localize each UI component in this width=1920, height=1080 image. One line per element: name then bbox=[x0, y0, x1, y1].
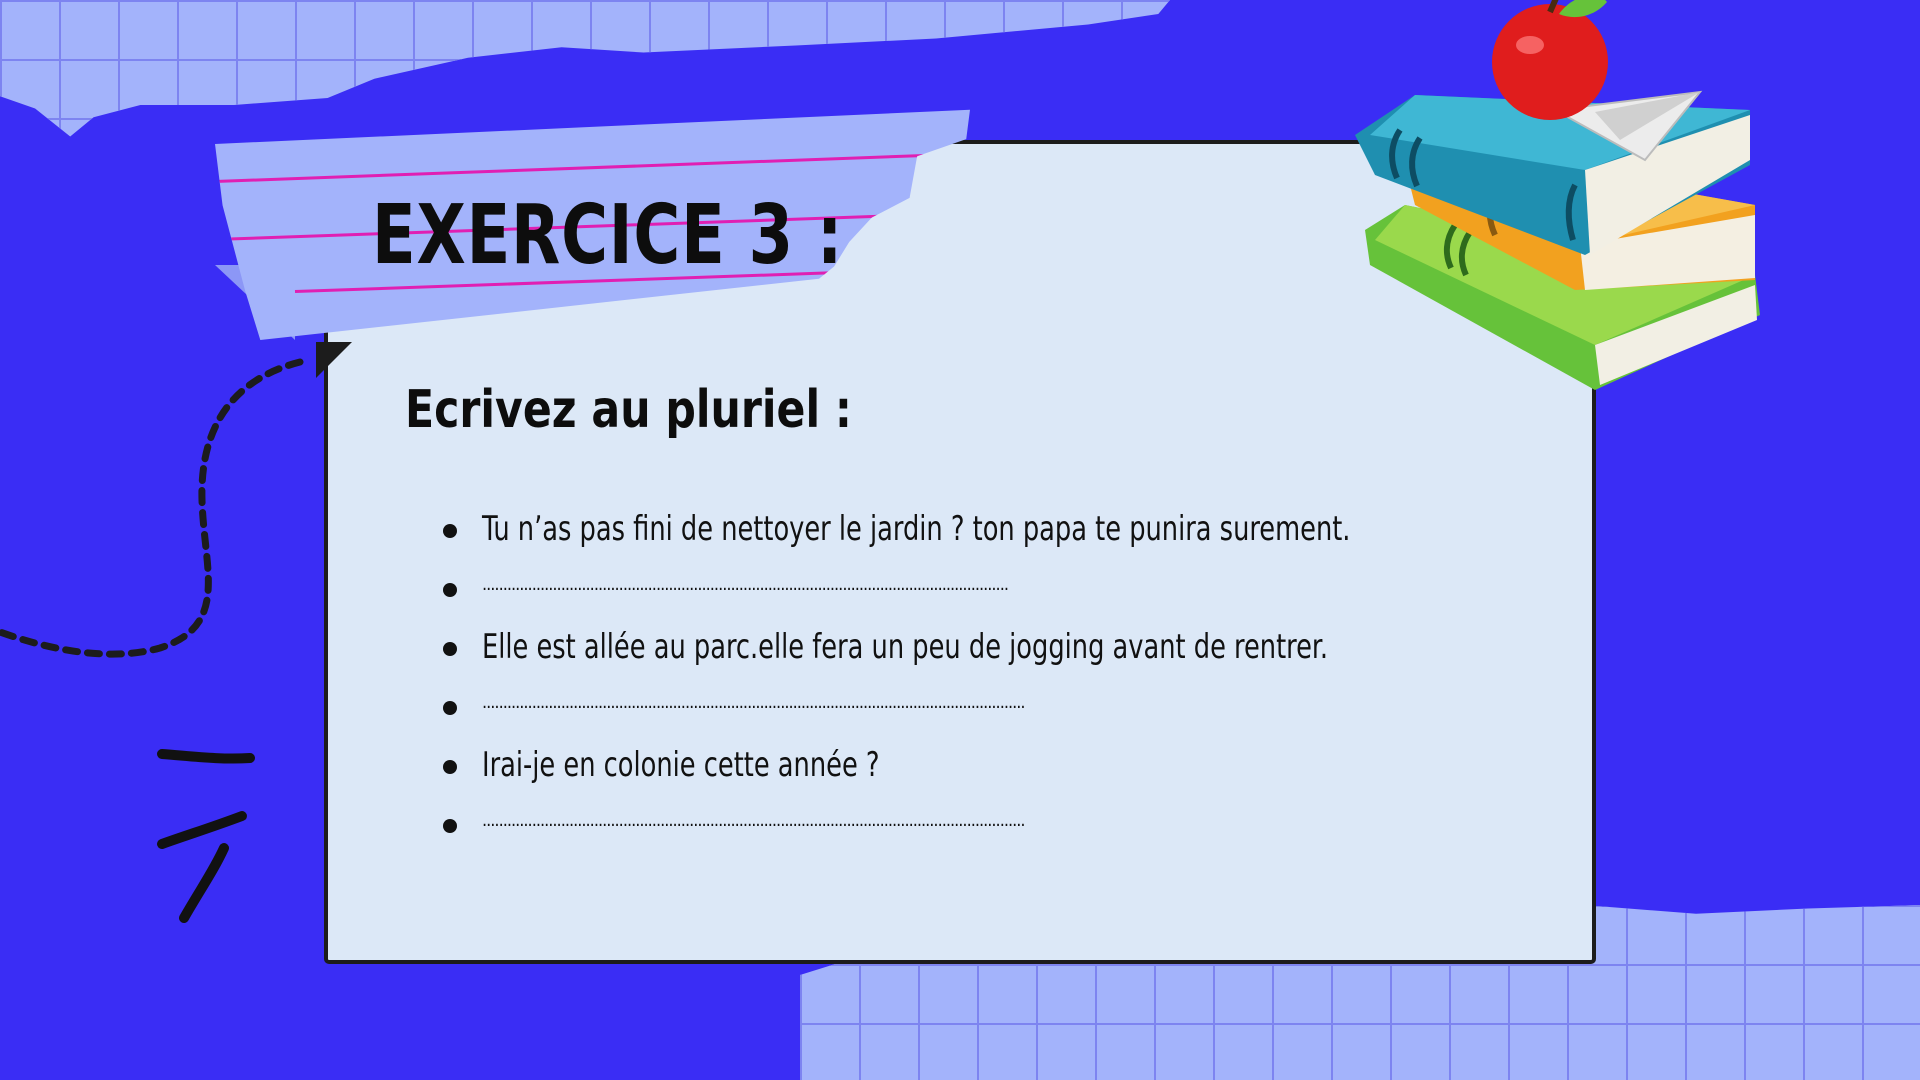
bullet-icon bbox=[443, 760, 457, 774]
apple-icon bbox=[1492, 0, 1608, 120]
card-corner-mark bbox=[316, 342, 352, 378]
list-item: ........................................… bbox=[440, 559, 1516, 618]
bullet-icon bbox=[443, 583, 457, 597]
list-item: Irai-je en colonie cette année ? bbox=[440, 736, 1516, 795]
book-stack-icon bbox=[1355, 0, 1760, 390]
answer-blank-line: ........................................… bbox=[482, 810, 1026, 831]
list-item: ........................................… bbox=[440, 677, 1516, 736]
sentence-text: Elle est allée au parc.elle fera un peu … bbox=[482, 627, 1328, 667]
answer-blank-line: ........................................… bbox=[482, 574, 1009, 595]
bullet-icon bbox=[443, 819, 457, 833]
tape-ruled-line bbox=[215, 152, 960, 183]
exercise-instruction: Ecrivez au pluriel : bbox=[405, 380, 852, 440]
sentence-text: Irai-je en colonie cette année ? bbox=[482, 745, 880, 785]
exercise-title: EXERCICE 3 : bbox=[372, 188, 844, 283]
list-item: Elle est allée au parc.elle fera un peu … bbox=[440, 618, 1516, 677]
list-item: ........................................… bbox=[440, 795, 1516, 854]
bullet-icon bbox=[443, 642, 457, 656]
exercise-list: Tu n’as pas fini de nettoyer le jardin ?… bbox=[440, 500, 1516, 854]
bullet-icon bbox=[443, 701, 457, 715]
answer-blank-line: ........................................… bbox=[482, 692, 1026, 713]
scribble-marks-decoration bbox=[157, 749, 255, 923]
bullet-icon bbox=[443, 524, 457, 538]
list-item: Tu n’as pas fini de nettoyer le jardin ?… bbox=[440, 500, 1516, 559]
sentence-text: Tu n’as pas fini de nettoyer le jardin ?… bbox=[482, 509, 1351, 549]
dashed-curve-decoration bbox=[0, 358, 304, 658]
